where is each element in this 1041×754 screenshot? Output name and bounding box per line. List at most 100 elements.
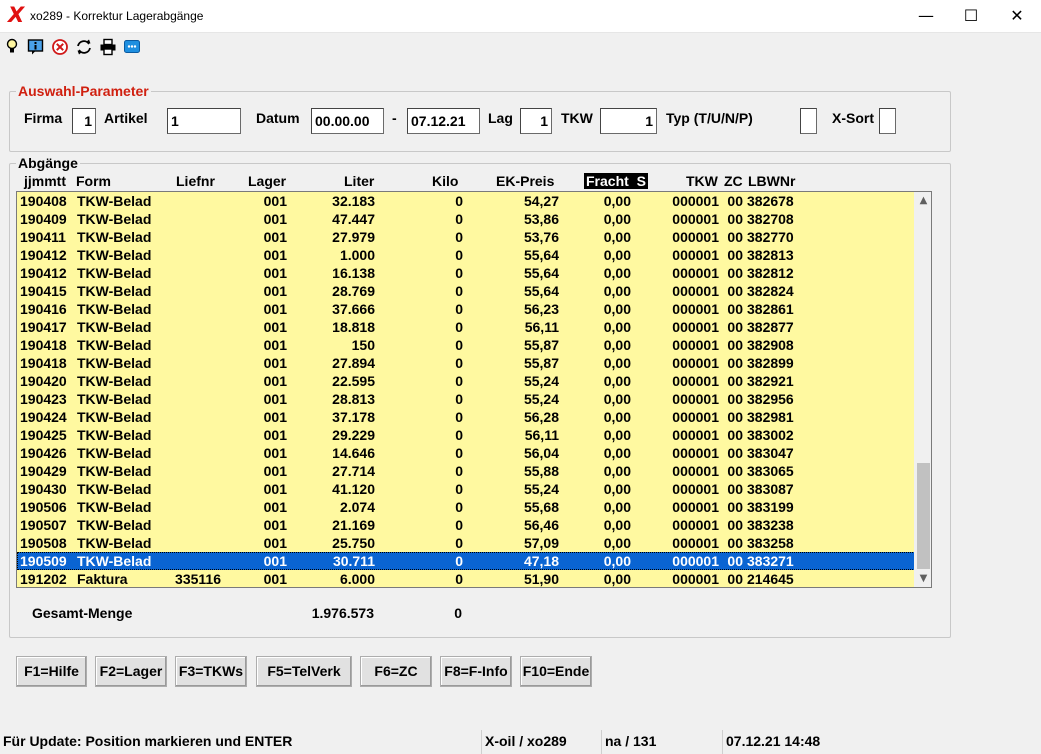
- col-zc[interactable]: ZC: [724, 173, 743, 189]
- col-liter[interactable]: Liter: [344, 173, 374, 189]
- table-row[interactable]: 190424 TKW-Belad 001 37.178 0 56,28 0,00 000001…: [17, 408, 915, 426]
- status-bar: Für Update: Position markieren und ENTER…: [0, 730, 1041, 754]
- cancel-icon[interactable]: [51, 38, 69, 56]
- cell-lbwnr: 382861: [747, 301, 794, 317]
- table-row[interactable]: 190429 TKW-Belad 001 27.714 0 55,88 0,00 000001…: [17, 462, 915, 480]
- table-row[interactable]: 190412 TKW-Belad 001 1.000 0 55,64 0,00 000001 0…: [17, 246, 915, 264]
- table-row[interactable]: 190509 TKW-Belad 001 30.711 0 47,18 0,00 000001…: [17, 552, 915, 570]
- firma-input[interactable]: [72, 108, 96, 134]
- cell-ekpreis: 55,68: [523, 499, 559, 515]
- artikel-input[interactable]: [167, 108, 241, 134]
- table-row[interactable]: 190412 TKW-Belad 001 16.138 0 55,64 0,00 000001…: [17, 264, 915, 282]
- table-row[interactable]: 190426 TKW-Belad 001 14.646 0 56,04 0,00 000001…: [17, 444, 915, 462]
- cell-lager: 001: [263, 499, 287, 515]
- table-row[interactable]: 190415 TKW-Belad 001 28.769 0 55,64 0,00 000001…: [17, 282, 915, 300]
- table-row[interactable]: 190409 TKW-Belad 001 47.447 0 53,86 0,00 000001…: [17, 210, 915, 228]
- lightbulb-icon[interactable]: [4, 38, 22, 56]
- info-icon[interactable]: [27, 38, 45, 56]
- col-form[interactable]: Form: [76, 173, 111, 189]
- f1-help-button[interactable]: F1=Hilfe: [16, 656, 87, 687]
- cell-kilo: 0: [455, 535, 463, 551]
- list-scrollbar[interactable]: ▲ ▼: [914, 192, 931, 587]
- cell-date: 190409: [20, 211, 67, 227]
- cell-lbwnr: 214645: [747, 571, 794, 587]
- f2-lager-button[interactable]: F2=Lager: [95, 656, 167, 687]
- lager-input[interactable]: [520, 108, 552, 134]
- table-row[interactable]: 190423 TKW-Belad 001 28.813 0 55,24 0,00 000001…: [17, 390, 915, 408]
- col-jjmmtt[interactable]: jjmmtt: [24, 173, 66, 189]
- cell-lbwnr: 382956: [747, 391, 794, 407]
- printer-icon[interactable]: [99, 38, 117, 56]
- cell-kilo: 0: [455, 463, 463, 479]
- table-row[interactable]: 190418 TKW-Belad 001 27.894 0 55,87 0,00 000001…: [17, 354, 915, 372]
- table-row[interactable]: 190430 TKW-Belad 001 41.120 0 55,24 0,00 000001…: [17, 480, 915, 498]
- cell-fracht: 0,00: [603, 391, 631, 407]
- scroll-up-icon[interactable]: ▲: [915, 192, 931, 209]
- datum-to-input[interactable]: [407, 108, 480, 134]
- col-tkw[interactable]: TKW: [686, 173, 718, 189]
- cell-zc: 00: [727, 301, 743, 317]
- tkw-input[interactable]: [600, 108, 657, 134]
- cell-fracht: 0,00: [603, 535, 631, 551]
- cell-ekpreis: 55,88: [523, 463, 559, 479]
- col-fracht[interactable]: Fracht S: [584, 173, 648, 189]
- cell-fracht: 0,00: [603, 463, 631, 479]
- col-kilo[interactable]: Kilo: [432, 173, 458, 189]
- cell-liter: 2.074: [339, 499, 375, 515]
- cell-ekpreis: 47,18: [523, 553, 559, 569]
- table-row[interactable]: 190417 TKW-Belad 001 18.818 0 56,11 0,00 000001…: [17, 318, 915, 336]
- table-row[interactable]: 190416 TKW-Belad 001 37.666 0 56,23 0,00 000001…: [17, 300, 915, 318]
- minimize-button[interactable]: —: [903, 0, 949, 33]
- refresh-icon[interactable]: [75, 38, 93, 56]
- list-rows: 190408 TKW-Belad 001 32.183 0 54,27 0,00 000001…: [17, 192, 915, 587]
- xsort-label: X-Sort: [832, 110, 874, 126]
- cell-kilo: 0: [455, 283, 463, 299]
- cell-lbwnr: 383258: [747, 535, 794, 551]
- table-row[interactable]: 190506 TKW-Belad 001 2.074 0 55,68 0,00 000001 0…: [17, 498, 915, 516]
- col-liefnr[interactable]: Liefnr: [176, 173, 215, 189]
- status-app: X-oil / xo289: [481, 730, 600, 754]
- f10-ende-button[interactable]: F10=Ende: [520, 656, 592, 687]
- table-row[interactable]: 191202 Faktura 335116 001 6.000 0 51,90 0,00 000…: [17, 570, 915, 587]
- table-row[interactable]: 190408 TKW-Belad 001 32.183 0 54,27 0,00 000001…: [17, 192, 915, 210]
- cell-liter: 6.000: [339, 571, 375, 587]
- cell-fracht: 0,00: [603, 427, 631, 443]
- scroll-thumb[interactable]: [917, 463, 930, 569]
- tkw-label: TKW: [561, 110, 593, 126]
- table-row[interactable]: 190507 TKW-Belad 001 21.169 0 56,46 0,00 000001…: [17, 516, 915, 534]
- f8-finfo-button[interactable]: F8=F-Info: [440, 656, 512, 687]
- table-row[interactable]: 190418 TKW-Belad 001 150 0 55,87 0,00 000001 00 3…: [17, 336, 915, 354]
- col-lager[interactable]: Lager: [248, 173, 286, 189]
- col-ekpreis[interactable]: EK-Preis: [496, 173, 554, 189]
- total-label: Gesamt-Menge: [32, 605, 133, 621]
- abgaenge-list[interactable]: 190408 TKW-Belad 001 32.183 0 54,27 0,00 000001…: [16, 191, 932, 588]
- table-row[interactable]: 190508 TKW-Belad 001 25.750 0 57,09 0,00 000001…: [17, 534, 915, 552]
- cell-ekpreis: 55,24: [523, 391, 559, 407]
- cell-tkw: 000001: [672, 301, 719, 317]
- cell-ekpreis: 56,11: [524, 319, 559, 335]
- chat-icon[interactable]: [123, 38, 141, 56]
- f3-tkws-button[interactable]: F3=TKWs: [175, 656, 247, 687]
- cell-tkw: 000001: [672, 247, 719, 263]
- cell-zc: 00: [727, 229, 743, 245]
- datum-from-input[interactable]: [311, 108, 384, 134]
- f5-telverk-button[interactable]: F5=TelVerk: [256, 656, 352, 687]
- maximize-button[interactable]: ☐: [948, 0, 994, 33]
- cell-liter: 22.595: [332, 373, 375, 389]
- cell-lbwnr: 382678: [747, 193, 794, 209]
- table-row[interactable]: 190411 TKW-Belad 001 27.979 0 53,76 0,00 000001…: [17, 228, 915, 246]
- cell-tkw: 000001: [672, 463, 719, 479]
- f6-zc-button[interactable]: F6=ZC: [360, 656, 432, 687]
- col-lbwnr[interactable]: LBWNr: [748, 173, 795, 189]
- scroll-down-icon[interactable]: ▼: [915, 570, 931, 587]
- cell-lager: 001: [263, 265, 287, 281]
- cell-form: TKW-Belad: [77, 391, 152, 407]
- close-button[interactable]: ✕: [994, 0, 1040, 33]
- typ-input[interactable]: [800, 108, 817, 134]
- cell-liter: 28.769: [332, 283, 375, 299]
- table-row[interactable]: 190420 TKW-Belad 001 22.595 0 55,24 0,00 000001…: [17, 372, 915, 390]
- table-row[interactable]: 190425 TKW-Belad 001 29.229 0 56,11 0,00 000001…: [17, 426, 915, 444]
- cell-fracht: 0,00: [603, 247, 631, 263]
- xsort-input[interactable]: [879, 108, 896, 134]
- cell-zc: 00: [727, 391, 743, 407]
